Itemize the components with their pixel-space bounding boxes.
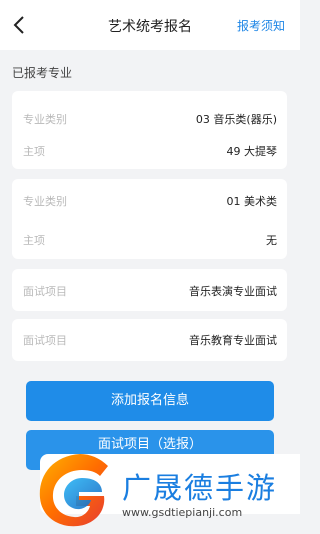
major-card: 专业类别 01 美术类 主项 无	[12, 179, 287, 259]
main-item-row: 主项 无	[12, 229, 287, 249]
main-item-row: 主项 49 大提琴	[12, 140, 287, 160]
row-value: 无	[266, 234, 277, 247]
row-label: 面试项目	[23, 285, 67, 298]
interview-card: 面试项目 音乐教育专业面试	[12, 319, 287, 361]
row-value: 音乐教育专业面试	[189, 334, 277, 347]
major-card: 专业类别 03 音乐类(器乐) 主项 49 大提琴	[12, 91, 287, 169]
row-value: 03 音乐类(器乐)	[195, 113, 277, 126]
row-label: 专业类别	[23, 195, 67, 208]
exam-notice-link[interactable]: 报考须知	[237, 17, 285, 34]
major-category-row: 专业类别 03 音乐类(器乐)	[12, 108, 287, 128]
section-title: 已报考专业	[12, 66, 73, 80]
row-value: 49 大提琴	[226, 145, 278, 158]
major-category-row: 专业类别 01 美术类	[12, 190, 287, 210]
watermark-url: www.gsdtiepianji.com	[122, 506, 243, 519]
row-label: 专业类别	[23, 113, 67, 126]
interview-card: 面试项目 音乐表演专业面试	[12, 269, 287, 311]
row-value: 01 美术类	[226, 195, 278, 208]
row-label: 面试项目	[23, 334, 67, 347]
interview-item-row: 面试项目 音乐教育专业面试	[12, 329, 287, 349]
watermark-name: 广晟德手游	[122, 471, 278, 505]
row-value: 音乐表演专业面试	[189, 285, 277, 298]
interview-item-row: 面试项目 音乐表演专业面试	[12, 280, 287, 300]
watermark: 广晟德手游 www.gsdtiepianji.com	[39, 448, 300, 533]
add-registration-button[interactable]: 添加报名信息	[26, 381, 274, 421]
app-header: 艺术统考报名 报考须知	[0, 0, 300, 50]
brand-logo-icon	[39, 454, 108, 527]
row-label: 主项	[23, 145, 45, 158]
row-label: 主项	[23, 234, 45, 247]
